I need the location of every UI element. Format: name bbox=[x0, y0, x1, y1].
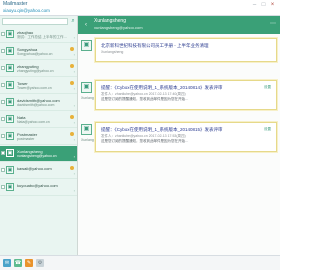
chevron-right-icon: › bbox=[73, 154, 75, 159]
unread-dot-icon bbox=[70, 81, 74, 85]
message-subject[interactable]: 北京新科世纪科技有限公司员工手册 - 上半年业务清理 bbox=[101, 43, 209, 49]
settings-gear-icon[interactable]: ⚙ bbox=[36, 259, 44, 267]
back-arrow-icon[interactable]: ‹ bbox=[82, 21, 90, 29]
chevron-right-icon: › bbox=[73, 52, 75, 57]
contact-avatar-icon: ▣ bbox=[6, 149, 14, 157]
message-card[interactable]: 提醒：《Cybox在使用说明_1_系统版本_20140814》发表评审 设置 发… bbox=[95, 80, 277, 110]
unread-dot-icon bbox=[70, 47, 74, 51]
contact-subtitle: 测试：工作总结 上半年的工作… bbox=[17, 35, 67, 39]
conversation-sidebar: ⌕ ▣ zhaojhao 测试：工作总结 上半年的工作… › ▣ Songyah… bbox=[0, 16, 78, 255]
contact-subtitle: davidsmith@yahoo.com bbox=[17, 103, 55, 107]
more-options-icon[interactable]: ⋯ bbox=[270, 20, 276, 27]
close-button[interactable]: × bbox=[268, 2, 277, 9]
message-body: 这是您订阅的提醒通知，您收到此邮件是因为您在开始… bbox=[101, 139, 189, 143]
chevron-right-icon: › bbox=[73, 86, 75, 91]
app-title: Mailmaster bbox=[3, 1, 28, 7]
contact-subtitle: Nata@yahoo.com.cn bbox=[17, 120, 50, 124]
contacts-icon[interactable]: ☎ bbox=[14, 259, 22, 267]
minimize-button[interactable]: – bbox=[250, 2, 259, 9]
contact-avatar-icon: ▣ bbox=[6, 64, 14, 72]
contact-subtitle: xunlangsheng@yahoo.cn bbox=[17, 154, 57, 158]
message-subject[interactable]: 提醒：《Cybox在使用说明_1_系统版本_20140814》发表评审 bbox=[101, 85, 223, 91]
chevron-right-icon: › bbox=[73, 188, 75, 193]
sidebar-search-input[interactable] bbox=[2, 18, 68, 25]
chevron-right-icon: › bbox=[73, 35, 75, 40]
contact-subtitle: zhangyuting@yahoo.cn bbox=[17, 69, 54, 73]
contact-avatar-icon: ▣ bbox=[6, 166, 14, 174]
unread-dot-icon bbox=[70, 132, 74, 136]
conversation-item[interactable]: ▣ Postmaster postmaster › bbox=[0, 129, 77, 145]
mail-app-window: Mailmaster xiaoyu.qin@yahoo.com – □ × ⌕ … bbox=[0, 0, 280, 270]
contact-avatar-icon: ▣ bbox=[6, 115, 14, 123]
chevron-right-icon: › bbox=[73, 103, 75, 108]
unread-dot-icon bbox=[70, 64, 74, 68]
message-card[interactable]: 北京新科世纪科技有限公司员工手册 - 上半年业务清理 Xunlangsheng bbox=[95, 38, 277, 62]
current-user: xiaoyu.qin@yahoo.com bbox=[3, 8, 50, 13]
conversation-item[interactable]: ▣ zhaojhao 测试：工作总结 上半年的工作… › bbox=[0, 27, 77, 43]
chevron-right-icon: › bbox=[73, 137, 75, 142]
select-checkbox[interactable] bbox=[1, 151, 5, 155]
conversation-email: xunlangsheng@yahoo.com bbox=[94, 25, 143, 30]
sender-avatar-icon: ▣ bbox=[81, 82, 92, 93]
select-checkbox[interactable] bbox=[1, 66, 5, 70]
maximize-button[interactable]: □ bbox=[259, 2, 268, 9]
title-bar: Mailmaster xiaoyu.qin@yahoo.com – □ × bbox=[0, 0, 280, 16]
select-checkbox[interactable] bbox=[1, 83, 5, 87]
chevron-right-icon: › bbox=[73, 171, 75, 176]
contact-name: kawaii@yahoo.com bbox=[17, 166, 52, 171]
bottom-toolbar: ✉ ☎ ✎ ⚙ bbox=[0, 255, 280, 270]
mail-icon[interactable]: ✉ bbox=[3, 259, 11, 267]
select-checkbox[interactable] bbox=[1, 32, 5, 36]
message-meta: Xunlangsheng bbox=[101, 50, 124, 54]
select-checkbox[interactable] bbox=[1, 134, 5, 138]
select-checkbox[interactable] bbox=[1, 185, 5, 189]
contact-subtitle: postmaster bbox=[17, 137, 35, 141]
contact-avatar-icon: ▣ bbox=[6, 47, 14, 55]
select-checkbox[interactable] bbox=[1, 168, 5, 172]
sender-avatar-icon: ▣ bbox=[81, 40, 92, 51]
contact-subtitle: Tower@yahoo.com.cn bbox=[17, 86, 52, 90]
unread-dot-icon bbox=[70, 115, 74, 119]
contact-avatar-icon: ▣ bbox=[6, 30, 14, 38]
conversation-item[interactable]: ▣ kuyouabc@yahoo.com › bbox=[0, 180, 77, 196]
conversation-item[interactable]: ▣ Tower Tower@yahoo.com.cn › bbox=[0, 78, 77, 94]
sender-avatar-icon: ▣ bbox=[81, 124, 92, 135]
message-subject[interactable]: 提醒：《Cybox在使用说明_1_系统版本_20140815》发表评审 bbox=[101, 127, 223, 133]
conversation-item[interactable]: ▣ Songyahua Songyahua@yahoo.cn › bbox=[0, 44, 77, 60]
conversation-header: ‹ Xunlangsheng xunlangsheng@yahoo.com ⋯ bbox=[78, 16, 280, 34]
message-settings-link[interactable]: 设置 bbox=[264, 127, 271, 132]
select-checkbox[interactable] bbox=[1, 100, 5, 104]
chevron-right-icon: › bbox=[73, 69, 75, 74]
conversation-item[interactable]: ▣ Nata Nata@yahoo.com.cn › bbox=[0, 112, 77, 128]
conversation-item-selected[interactable]: ▣ Xunlangsheng xunlangsheng@yahoo.cn › bbox=[0, 146, 77, 162]
conversation-item[interactable]: ▣ davidsmith@yahoo.com davidsmith@yahoo.… bbox=[0, 95, 77, 111]
contact-avatar-icon: ▣ bbox=[6, 183, 14, 191]
unread-dot-icon bbox=[70, 166, 74, 170]
contact-avatar-icon: ▣ bbox=[6, 132, 14, 140]
message-thread: ▣ 北京新科世纪科技有限公司员工手册 - 上半年业务清理 Xunlangshen… bbox=[78, 34, 280, 255]
message-settings-link[interactable]: 设置 bbox=[264, 85, 271, 90]
chevron-right-icon: › bbox=[73, 120, 75, 125]
select-checkbox[interactable] bbox=[1, 49, 5, 53]
contact-avatar-icon: ▣ bbox=[6, 98, 14, 106]
contact-subtitle: Songyahua@yahoo.cn bbox=[17, 52, 53, 56]
message-body: 这是您订阅的提醒通知，您收到此邮件是因为您在开始… bbox=[101, 97, 189, 101]
message-card[interactable]: 提醒：《Cybox在使用说明_1_系统版本_20140815》发表评审 设置 发… bbox=[95, 122, 277, 152]
conversation-item[interactable]: ▣ zhangyuting zhangyuting@yahoo.cn › bbox=[0, 61, 77, 77]
compose-icon[interactable]: ✎ bbox=[25, 259, 33, 267]
select-checkbox[interactable] bbox=[1, 117, 5, 121]
contact-name: kuyouabc@yahoo.com bbox=[17, 183, 58, 188]
contact-avatar-icon: ▣ bbox=[6, 81, 14, 89]
search-icon[interactable]: ⌕ bbox=[70, 18, 76, 25]
conversation-item[interactable]: ▣ kawaii@yahoo.com › bbox=[0, 163, 77, 179]
conversation-title: Xunlangsheng bbox=[94, 18, 126, 24]
